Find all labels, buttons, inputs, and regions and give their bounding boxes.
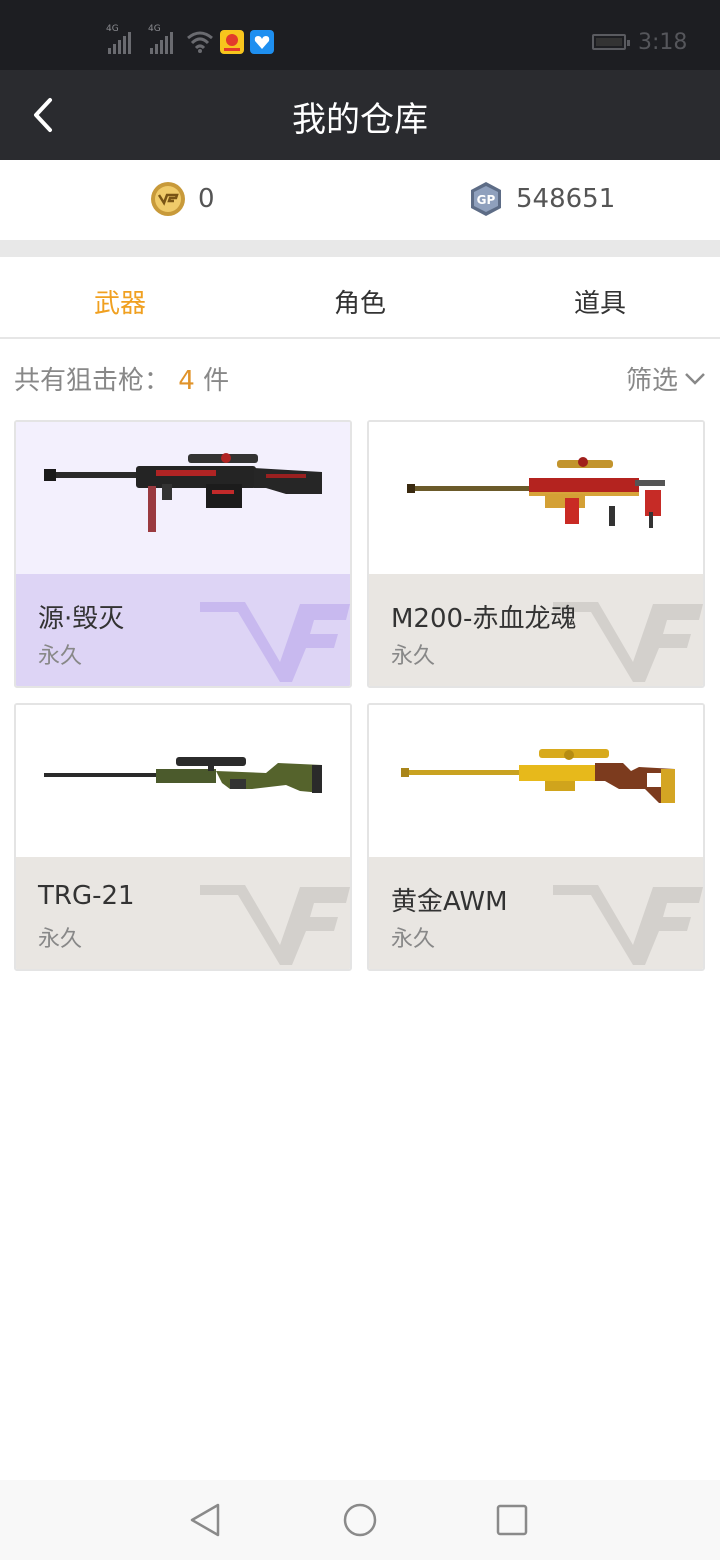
system-navigation-bar <box>0 1480 720 1560</box>
filter-row: 共有狙击枪： 4 件 筛选 <box>0 358 720 398</box>
category-tabs: 武器 角色 道具 <box>0 257 720 339</box>
tab-characters[interactable]: 角色 <box>240 283 480 320</box>
tab-weapons[interactable]: 武器 <box>0 283 240 320</box>
weapon-name: 黄金AWM <box>391 887 508 917</box>
app-notification-icon <box>250 30 274 54</box>
app-header: 我的仓库 <box>0 70 720 160</box>
weapon-info: M200-赤血龙魂 永久 <box>369 574 703 686</box>
gold-sniper-rifle-icon <box>401 749 675 803</box>
filter-button[interactable]: 筛选 <box>626 360 706 397</box>
weapon-image <box>16 705 350 857</box>
weapon-info: 源·毁灭 永久 <box>16 574 350 686</box>
status-time: 3:18 <box>638 30 688 55</box>
item-count-unit: 件 <box>203 366 230 396</box>
weapon-card[interactable]: TRG-21 永久 <box>14 703 352 971</box>
svg-text:GP: GP <box>477 193 496 207</box>
weapon-info: TRG-21 永久 <box>16 857 350 969</box>
status-bar: 4G 4G 3:18 <box>0 0 720 70</box>
item-count-value: 4 <box>178 366 195 396</box>
nav-home-icon[interactable] <box>342 1502 378 1538</box>
wifi-icon <box>187 31 213 53</box>
battery-icon <box>592 34 630 50</box>
weapon-card[interactable]: 黄金AWM 永久 <box>367 703 705 971</box>
gp-balance: GP 548651 <box>468 180 615 218</box>
currency-bar: 0 GP 548651 <box>0 160 720 240</box>
nav-back-icon[interactable] <box>188 1502 222 1538</box>
weapon-image <box>16 422 350 574</box>
gp-coin-icon: GP <box>471 182 501 216</box>
weapon-image <box>369 422 703 574</box>
cf-logo-watermark-icon <box>200 885 350 965</box>
signal-strength-icon: 4G <box>148 24 173 54</box>
weapon-card[interactable]: M200-赤血龙魂 永久 <box>367 420 705 688</box>
weapon-name: M200-赤血龙魂 <box>391 604 577 634</box>
tab-items[interactable]: 道具 <box>480 283 720 320</box>
page-title: 我的仓库 <box>292 100 428 140</box>
item-count: 共有狙击枪： 4 件 <box>14 360 229 397</box>
weapon-duration: 永久 <box>38 927 83 952</box>
weapon-duration: 永久 <box>391 927 436 952</box>
black-red-sniper-rifle-icon <box>44 453 322 532</box>
item-count-label: 共有狙击枪： <box>14 366 171 396</box>
section-divider <box>0 240 720 257</box>
weapon-info: 黄金AWM 永久 <box>369 857 703 969</box>
chevron-down-icon <box>685 372 705 385</box>
gp-value: 548651 <box>516 184 616 214</box>
weapon-name: TRG-21 <box>38 881 135 911</box>
cf-coin-icon <box>151 182 185 216</box>
weapon-card[interactable]: 源·毁灭 永久 <box>14 420 352 688</box>
cf-logo-watermark-icon <box>553 885 703 965</box>
app-notification-icon <box>220 30 244 54</box>
cf-logo-watermark-icon <box>200 602 350 682</box>
cf-coin-balance: 0 <box>150 180 215 218</box>
green-sniper-rifle-icon <box>44 757 322 793</box>
red-gold-sniper-rifle-icon <box>407 457 665 528</box>
filter-label: 筛选 <box>625 366 678 396</box>
weapon-name: 源·毁灭 <box>38 604 125 634</box>
nav-recents-icon[interactable] <box>496 1504 528 1536</box>
cf-coin-value: 0 <box>198 184 215 214</box>
weapon-image <box>369 705 703 857</box>
signal-strength-icon: 4G <box>106 24 131 54</box>
weapon-duration: 永久 <box>38 644 83 669</box>
weapon-duration: 永久 <box>391 644 436 669</box>
